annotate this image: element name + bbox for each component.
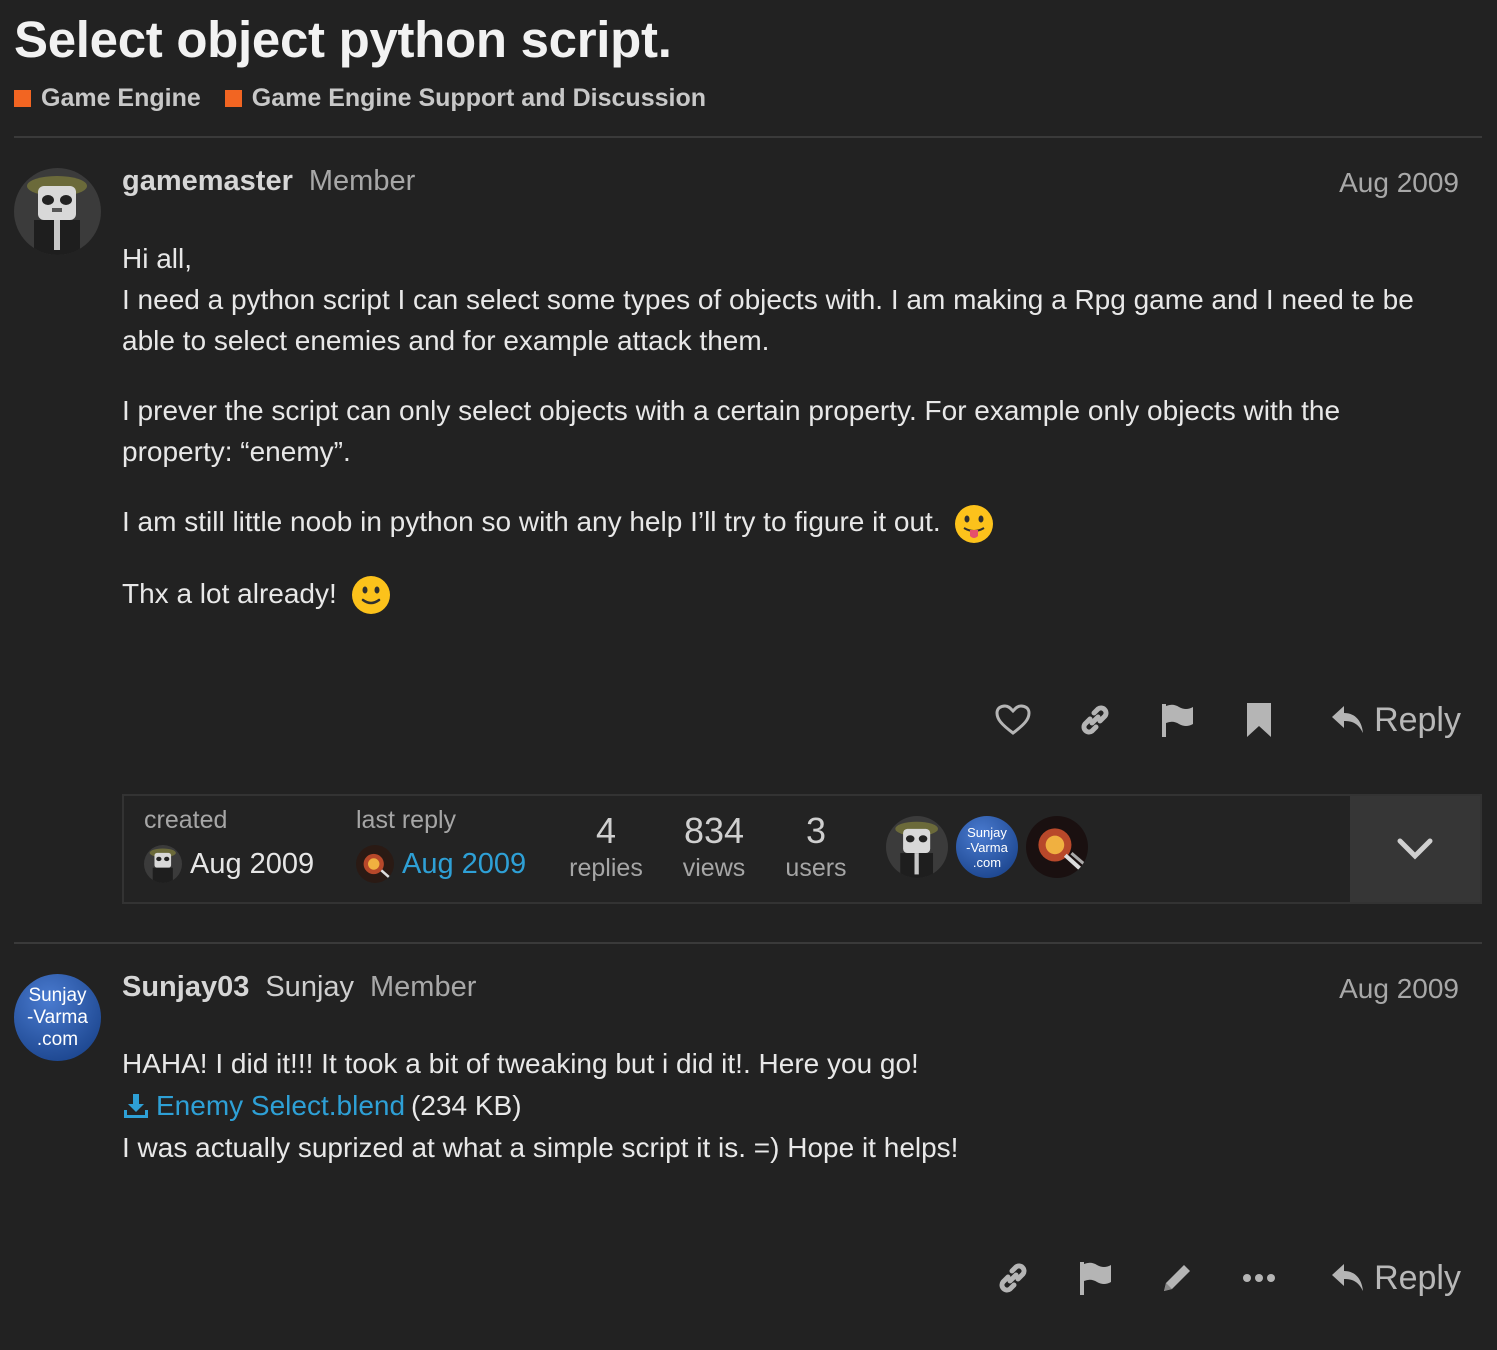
topic-map: created Aug 2009 last reply Aug 2009 4 r… xyxy=(122,794,1482,904)
participant-avatar-sunjay[interactable]: Sunjay -Varma .com xyxy=(956,816,1018,878)
avatar-text: Sunjay xyxy=(28,984,87,1006)
more-actions-button[interactable] xyxy=(1218,1248,1300,1308)
username-link[interactable]: Sunjay03 xyxy=(122,971,249,1004)
topic-last-reply: last reply Aug 2009 xyxy=(356,806,526,883)
heart-icon xyxy=(995,704,1031,735)
post-date[interactable]: Aug 2009 xyxy=(1339,973,1459,1005)
users-label: users xyxy=(785,854,847,882)
category-breadcrumb: Game Engine Game Engine Support and Disc… xyxy=(14,84,706,113)
username-link[interactable]: gamemaster xyxy=(122,165,293,198)
users-stat: 3 users xyxy=(776,810,856,883)
user-title: Member xyxy=(308,165,416,197)
flag-icon xyxy=(1080,1262,1112,1295)
post-text: I prever the script can only select obje… xyxy=(122,395,1341,467)
chevron-down-icon xyxy=(1397,838,1433,860)
reply-button[interactable]: Reply xyxy=(1330,701,1461,740)
flag-button[interactable] xyxy=(1136,690,1218,750)
topic-map-expand-button[interactable] xyxy=(1350,796,1480,902)
bookmark-button[interactable] xyxy=(1218,690,1300,750)
post-body: Hi all, I need a python script I can sel… xyxy=(122,238,1442,644)
avatar-sunjay[interactable]: Sunjay -Varma .com xyxy=(14,974,101,1061)
avatar-gamemaster[interactable] xyxy=(14,168,101,255)
post-actions: Reply xyxy=(972,690,1461,750)
creator-avatar[interactable] xyxy=(144,845,182,883)
replies-count: 4 xyxy=(595,810,617,851)
views-label: views xyxy=(682,854,746,882)
avatar-text: -Varma xyxy=(966,839,1008,855)
participant-avatar-third[interactable] xyxy=(1026,816,1088,878)
created-label: created xyxy=(144,806,228,834)
user-full-name: Sunjay xyxy=(265,971,355,1003)
divider xyxy=(14,136,1482,138)
users-count: 3 xyxy=(805,810,827,851)
copy-link-button[interactable] xyxy=(1054,690,1136,750)
last-replier-avatar[interactable] xyxy=(356,845,394,883)
views-stat: 834 views xyxy=(674,810,754,883)
post-header: gamemaster Member xyxy=(122,165,415,198)
category-label: Game Engine xyxy=(41,84,201,112)
stuck-out-tongue-icon xyxy=(955,504,994,543)
reply-arrow-icon xyxy=(1332,1264,1364,1291)
post-text: I was actually suprized at what a simple… xyxy=(122,1132,959,1163)
created-date: Aug 2009 xyxy=(190,847,315,880)
participant-avatar-gamemaster[interactable] xyxy=(886,816,948,878)
post-header: Sunjay03 Sunjay Member xyxy=(122,971,476,1004)
user-title: Member xyxy=(370,971,477,1003)
flag-icon xyxy=(1162,704,1194,737)
avatar-text: Sunjay xyxy=(967,824,1007,840)
topic-created: created Aug 2009 xyxy=(144,806,314,883)
post-actions: Reply xyxy=(972,1248,1461,1308)
category-link-support[interactable]: Game Engine Support and Discussion xyxy=(224,84,707,113)
link-icon xyxy=(1081,705,1109,735)
bookmark-icon xyxy=(1247,703,1272,737)
reply-button[interactable]: Reply xyxy=(1330,1259,1461,1298)
ellipsis-icon xyxy=(1243,1274,1276,1282)
reply-label: Reply xyxy=(1374,700,1461,739)
post-text: I need a python script I can select some… xyxy=(122,284,1414,356)
post-date[interactable]: Aug 2009 xyxy=(1339,167,1459,199)
replies-stat: 4 replies xyxy=(566,810,646,883)
post-text: Hi all, xyxy=(122,243,193,274)
attachment-link[interactable]: Enemy Select.blend xyxy=(156,1085,405,1127)
attachment: Enemy Select.blend (234 KB) xyxy=(122,1085,1442,1127)
copy-link-button[interactable] xyxy=(972,1248,1054,1308)
post-text: I am still little noob in python so with… xyxy=(122,506,941,537)
download-icon xyxy=(124,1094,148,1118)
flag-button[interactable] xyxy=(1054,1248,1136,1308)
link-icon xyxy=(999,1263,1027,1293)
last-reply-date-link[interactable]: Aug 2009 xyxy=(402,848,526,881)
replies-label: replies xyxy=(569,854,643,882)
like-button[interactable] xyxy=(972,690,1054,750)
post-body: HAHA! I did it!!! It took a bit of tweak… xyxy=(122,1043,1442,1169)
post-text: Thx a lot already! xyxy=(122,577,337,609)
divider xyxy=(14,942,1482,944)
avatar-text: .com xyxy=(972,854,1002,870)
edit-button[interactable] xyxy=(1136,1248,1218,1308)
category-color-swatch xyxy=(224,90,242,107)
post-text: HAHA! I did it!!! It took a bit of tweak… xyxy=(122,1048,919,1079)
views-count: 834 xyxy=(683,810,745,851)
category-label: Game Engine Support and Discussion xyxy=(251,84,707,112)
topic-title: Select object python script. xyxy=(14,11,672,68)
reply-arrow-icon xyxy=(1332,706,1364,733)
attachment-size: (234 KB) xyxy=(411,1090,522,1121)
category-link-game-engine[interactable]: Game Engine xyxy=(14,84,201,113)
participant-avatars: Sunjay -Varma .com xyxy=(886,816,1088,878)
pencil-icon xyxy=(1164,1265,1191,1291)
avatar-text: -Varma xyxy=(27,1006,88,1028)
slight-smile-icon xyxy=(351,576,390,615)
category-color-swatch xyxy=(14,90,31,107)
avatar-text: .com xyxy=(36,1028,79,1050)
last-reply-label: last reply xyxy=(356,806,457,834)
reply-label: Reply xyxy=(1374,1258,1461,1297)
